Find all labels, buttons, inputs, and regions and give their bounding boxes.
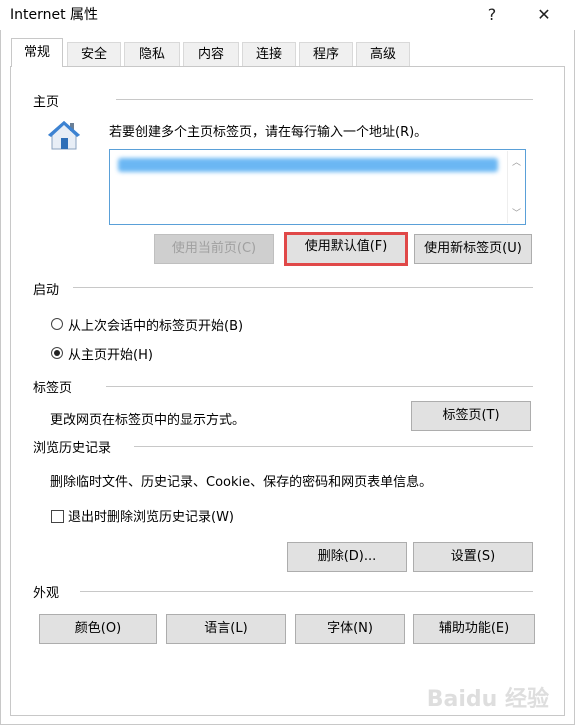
delete-history-button[interactable]: 删除(D)...: [287, 542, 407, 572]
tab-general[interactable]: 常规: [11, 38, 63, 67]
history-settings-button[interactable]: 设置(S): [413, 542, 533, 572]
accessibility-button[interactable]: 辅助功能(E): [413, 614, 535, 644]
tabs-settings-button[interactable]: 标签页(T): [411, 401, 531, 431]
divider: [73, 287, 533, 288]
radio-selected-dot: [54, 350, 60, 356]
watermark: Baidu 经验: [426, 687, 549, 712]
scroll-down-icon[interactable]: ﹀: [512, 206, 521, 219]
tab-connections[interactable]: 连接: [242, 42, 296, 66]
homepage-url-redacted: [118, 158, 498, 172]
tabs-description: 更改网页在标签页中的显示方式。: [50, 413, 246, 428]
colors-button[interactable]: 颜色(O): [39, 614, 157, 644]
divider: [80, 591, 533, 592]
scroll-up-icon[interactable]: ︿: [512, 155, 521, 168]
delete-on-exit-checkbox[interactable]: [51, 510, 64, 523]
tabs-section-title: 标签页: [33, 381, 73, 396]
divider: [106, 386, 533, 387]
radio-last-session-label: 从上次会话中的标签页开始(B): [68, 319, 244, 334]
help-button[interactable]: ?: [472, 2, 512, 28]
use-default-button[interactable]: 使用默认值(F): [284, 232, 408, 266]
close-button[interactable]: ✕: [524, 2, 564, 28]
tab-content[interactable]: 内容: [183, 42, 239, 66]
textarea-scrollbar[interactable]: ︿ ﹀: [507, 151, 524, 223]
divider: [134, 446, 533, 447]
languages-button[interactable]: 语言(L): [166, 614, 286, 644]
divider: [116, 99, 533, 100]
history-section-title: 浏览历史记录: [33, 441, 112, 456]
homepage-section-title: 主页: [33, 95, 60, 110]
appearance-section-title: 外观: [33, 586, 60, 601]
use-new-tab-button[interactable]: 使用新标签页(U): [414, 234, 532, 264]
delete-on-exit-label: 退出时删除浏览历史记录(W): [68, 510, 234, 525]
tab-programs[interactable]: 程序: [299, 42, 353, 66]
window-title: Internet 属性: [10, 7, 99, 23]
homepage-description: 若要创建多个主页标签页，请在每行输入一个地址(R)。: [109, 125, 428, 140]
tab-security[interactable]: 安全: [67, 42, 121, 66]
tab-privacy[interactable]: 隐私: [124, 42, 180, 66]
fonts-button[interactable]: 字体(N): [295, 614, 405, 644]
house-icon: [44, 115, 84, 155]
tab-advanced[interactable]: 高级: [356, 42, 410, 66]
startup-section-title: 启动: [33, 283, 60, 298]
history-description: 删除临时文件、历史记录、Cookie、保存的密码和网页表单信息。: [50, 475, 433, 490]
radio-last-session[interactable]: [51, 318, 63, 330]
radio-home-page[interactable]: [51, 347, 63, 359]
use-current-button[interactable]: 使用当前页(C): [154, 234, 274, 264]
radio-home-page-label: 从主页开始(H): [68, 348, 153, 363]
title-bar: Internet 属性 ? ✕: [0, 0, 575, 30]
homepage-url-textarea[interactable]: ︿ ﹀: [109, 149, 526, 225]
